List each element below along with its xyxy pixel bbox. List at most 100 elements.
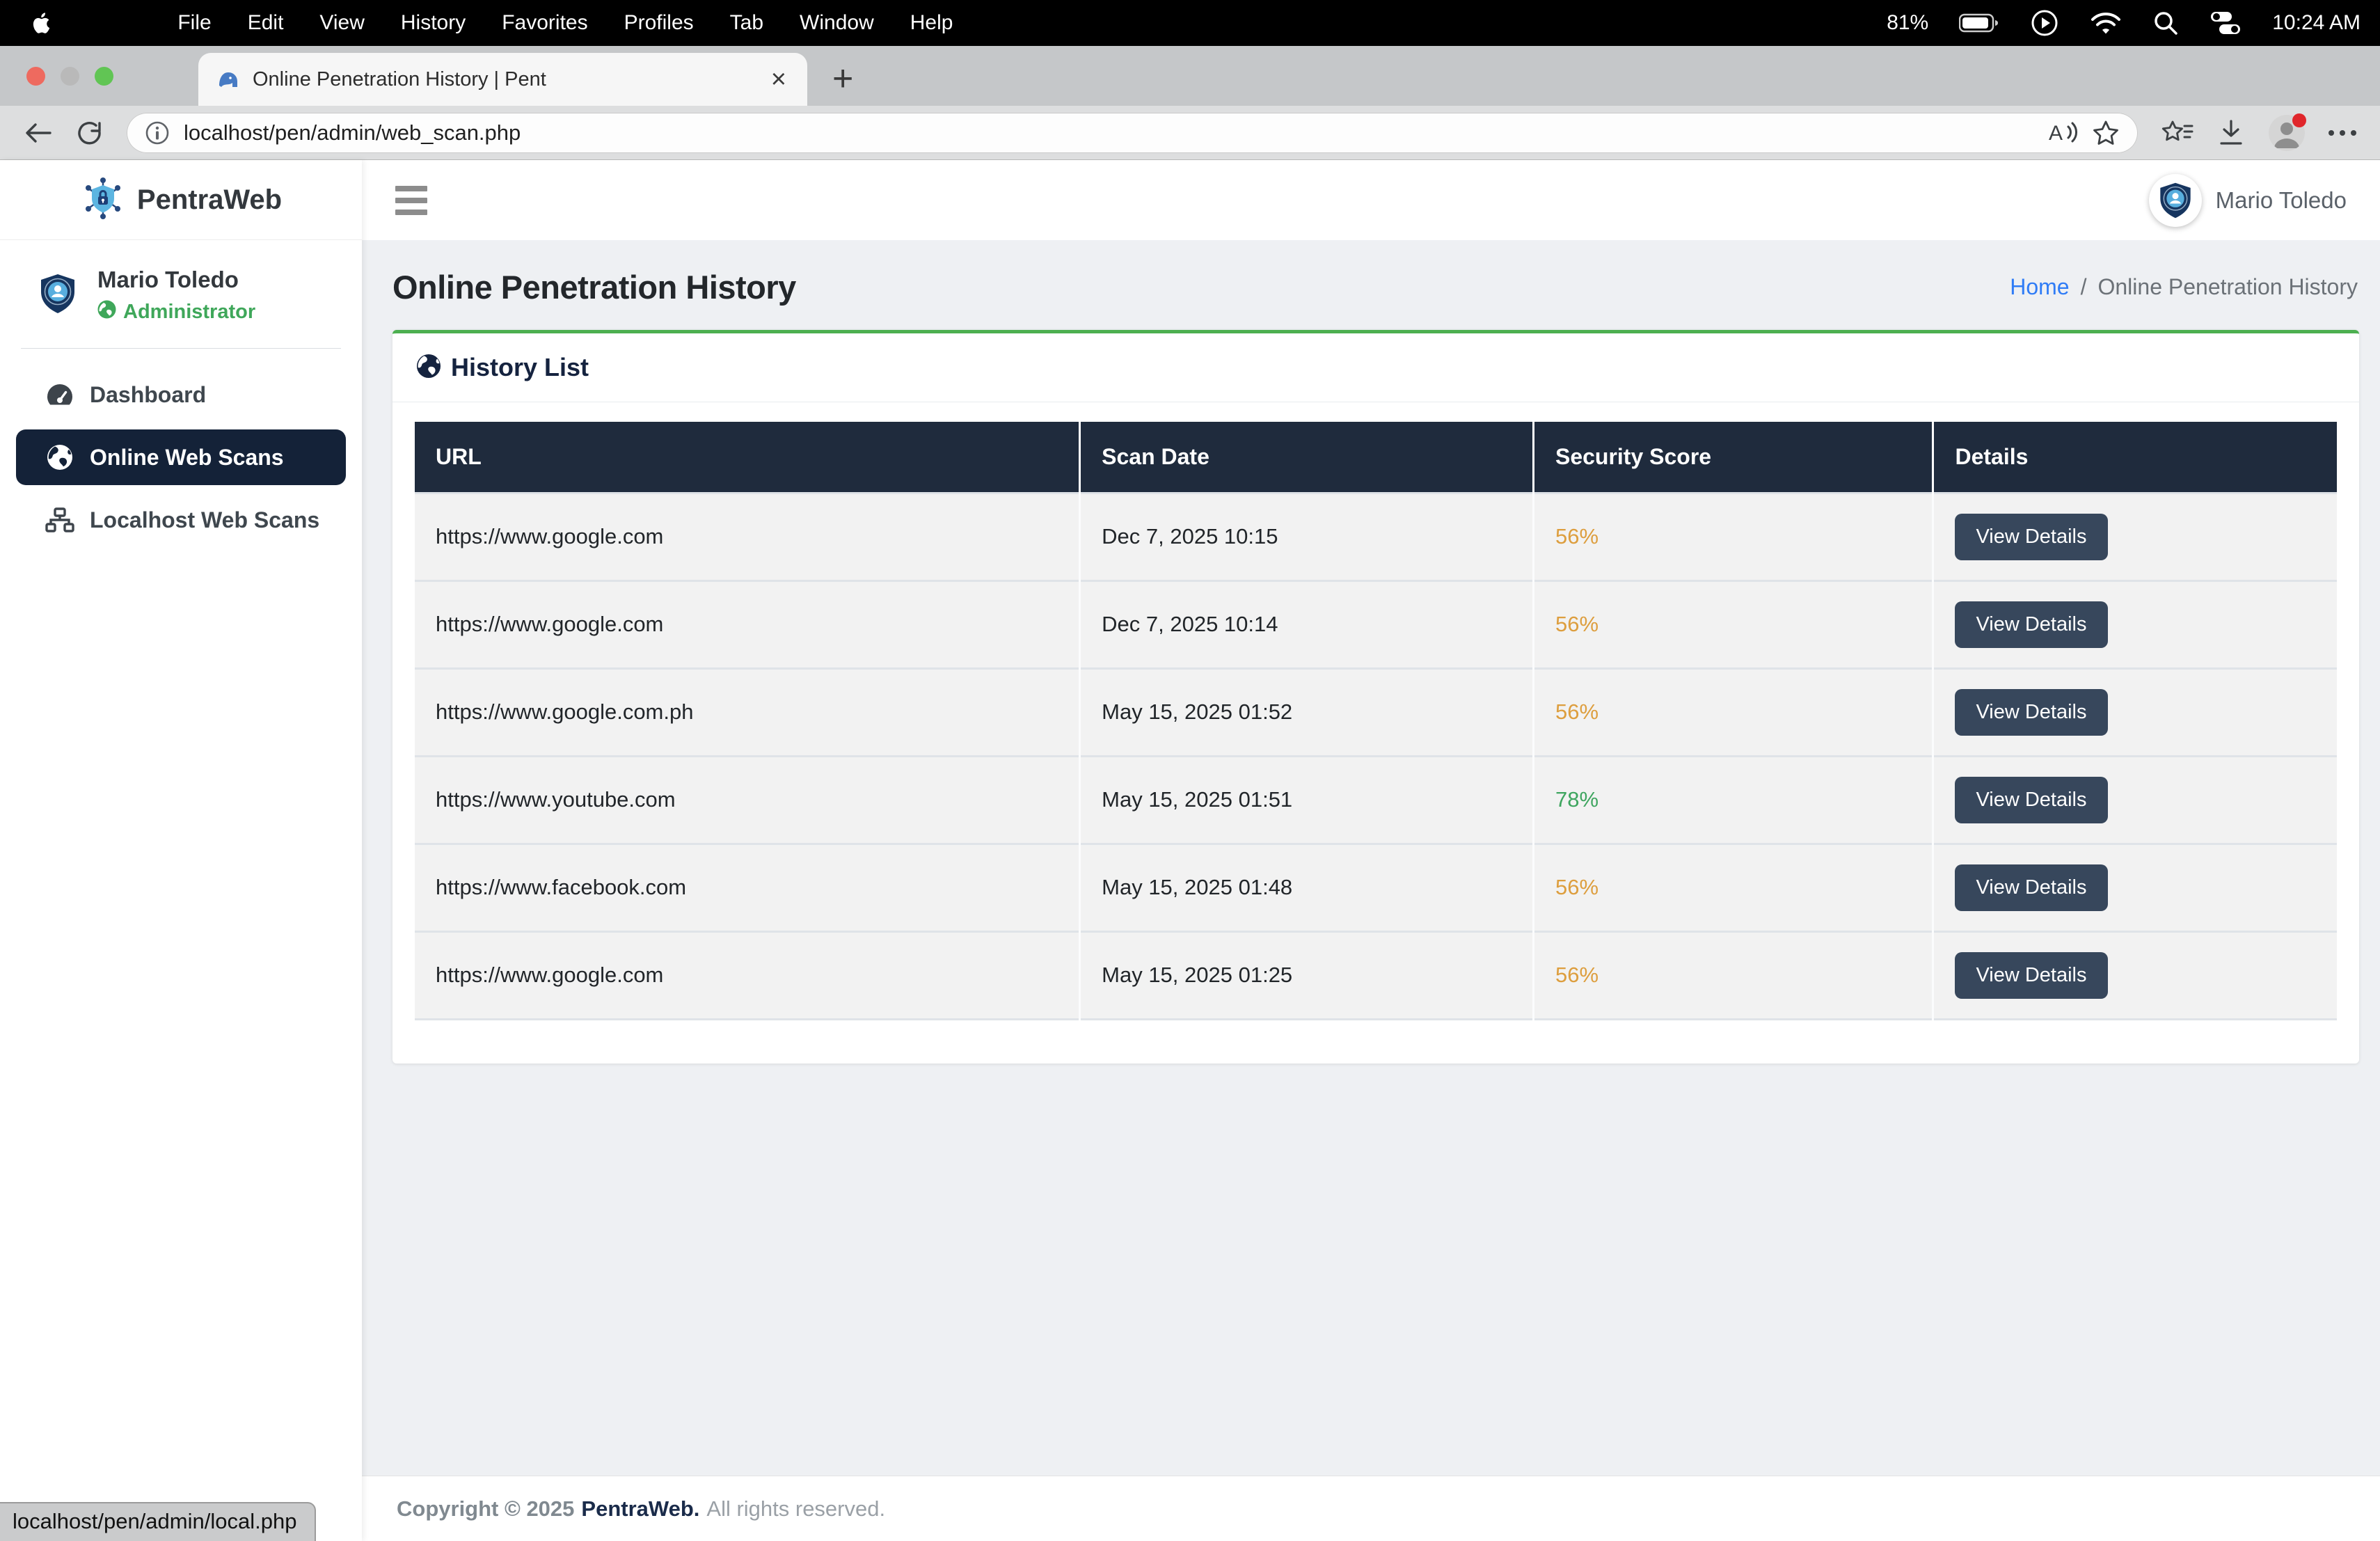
favorite-star-icon[interactable]: [2092, 120, 2120, 146]
view-details-button[interactable]: View Details: [1955, 777, 2107, 823]
footer: Copyright © 2025 PentraWeb. All rights r…: [362, 1476, 2380, 1541]
card-title: History List: [451, 353, 589, 382]
cell-url: https://www.youtube.com: [415, 756, 1080, 844]
topbar-user-name: Mario Toledo: [2216, 187, 2347, 214]
close-window-button[interactable]: [26, 67, 45, 86]
browser-menu-icon[interactable]: [2329, 130, 2356, 136]
cell-score: 56%: [1555, 700, 1598, 724]
collections-icon[interactable]: [2161, 119, 2193, 147]
sidebar-toggle-icon[interactable]: [395, 186, 427, 215]
battery-percentage: 81%: [1887, 11, 1928, 35]
view-details-button[interactable]: View Details: [1955, 689, 2107, 736]
menu-window[interactable]: Window: [800, 11, 874, 35]
breadcrumb-home-link[interactable]: Home: [2010, 274, 2069, 300]
sidebar-user-name: Mario Toledo: [97, 267, 255, 293]
site-info-icon[interactable]: [145, 120, 170, 145]
cell-score: 56%: [1555, 963, 1598, 987]
macos-menubar: Edge File Edit View History Favorites Pr…: [0, 0, 2380, 46]
read-aloud-icon[interactable]: A: [2047, 120, 2078, 146]
col-scan-date: Scan Date: [1080, 422, 1534, 493]
sidebar-item-dashboard[interactable]: Dashboard: [16, 367, 346, 422]
brand[interactable]: PentraWeb: [0, 160, 362, 240]
menu-edit[interactable]: Edit: [248, 11, 284, 35]
menu-history[interactable]: History: [401, 11, 466, 35]
sidebar-user-panel: Mario Toledo Administrator: [0, 240, 362, 348]
sidebar-item-label: Localhost Web Scans: [90, 507, 319, 533]
cell-date: Dec 7, 2025 10:14: [1080, 580, 1534, 668]
cell-date: May 15, 2025 01:51: [1080, 756, 1534, 844]
url-text[interactable]: localhost/pen/admin/web_scan.php: [184, 120, 2033, 145]
topbar-user-menu[interactable]: Mario Toledo: [2149, 174, 2347, 227]
cell-score: 56%: [1555, 524, 1598, 548]
menu-tab[interactable]: Tab: [730, 11, 763, 35]
menu-view[interactable]: View: [319, 11, 364, 35]
app-window: PentraWeb Mario Toledo Administra: [0, 160, 2380, 1541]
table-row: https://www.google.com Dec 7, 2025 10:14…: [415, 580, 2337, 668]
link-preview-statusbar: localhost/pen/admin/local.php: [0, 1502, 316, 1541]
browser-profile-button[interactable]: [2269, 115, 2305, 151]
cell-url: https://www.google.com: [415, 931, 1080, 1019]
sidebar-item-label: Dashboard: [90, 382, 206, 408]
menu-favorites[interactable]: Favorites: [502, 11, 587, 35]
menu-profiles[interactable]: Profiles: [624, 11, 694, 35]
menu-file[interactable]: File: [177, 11, 211, 35]
table-header-row: URL Scan Date Security Score Details: [415, 422, 2337, 493]
view-details-button[interactable]: View Details: [1955, 952, 2107, 999]
user-shield-avatar-icon: [36, 272, 79, 319]
table-row: https://www.facebook.com May 15, 2025 01…: [415, 844, 2337, 931]
breadcrumb: Home / Online Penetration History: [2010, 274, 2358, 300]
spotlight-search-icon[interactable]: [2152, 10, 2179, 36]
browser-toolbar: localhost/pen/admin/web_scan.php A: [0, 106, 2380, 160]
minimize-window-button[interactable]: [61, 67, 79, 86]
sidebar-item-online-web-scans[interactable]: Online Web Scans: [16, 429, 346, 485]
address-bar[interactable]: localhost/pen/admin/web_scan.php A: [127, 113, 2138, 153]
reload-icon[interactable]: [77, 119, 103, 147]
view-details-button[interactable]: View Details: [1955, 864, 2107, 911]
table-row: https://www.youtube.com May 15, 2025 01:…: [415, 756, 2337, 844]
screen-mirroring-icon[interactable]: [2030, 8, 2059, 38]
brand-name: PentraWeb: [137, 184, 282, 216]
table-row: https://www.google.com.ph May 15, 2025 0…: [415, 668, 2337, 756]
page-content: Online Penetration History Home / Online…: [362, 240, 2380, 1476]
wifi-icon[interactable]: [2090, 10, 2122, 35]
menubar-clock[interactable]: 10:24 AM: [2272, 11, 2361, 35]
col-url: URL: [415, 422, 1080, 493]
zoom-window-button[interactable]: [95, 67, 113, 86]
cell-score: 56%: [1555, 875, 1598, 899]
cell-url: https://www.facebook.com: [415, 844, 1080, 931]
browser-tab[interactable]: Online Penetration History | Pent ×: [198, 53, 807, 106]
main-area: Mario Toledo Online Penetration History …: [362, 160, 2380, 1541]
back-icon[interactable]: [24, 120, 53, 145]
sidebar-item-localhost-web-scans[interactable]: Localhost Web Scans: [16, 492, 346, 548]
footer-copyright: Copyright © 2025: [397, 1496, 574, 1522]
page-title: Online Penetration History: [392, 268, 796, 306]
new-tab-button[interactable]: +: [832, 56, 853, 102]
browser-tabstrip: Online Penetration History | Pent × +: [0, 46, 2380, 106]
history-list-card: History List URL Scan Date Security Scor…: [392, 330, 2359, 1064]
cell-date: May 15, 2025 01:25: [1080, 931, 1534, 1019]
control-center-icon[interactable]: [2210, 11, 2242, 35]
cell-date: May 15, 2025 01:52: [1080, 668, 1534, 756]
col-details: Details: [1933, 422, 2337, 493]
topbar-avatar-icon: [2149, 174, 2202, 227]
globe-icon: [45, 444, 74, 471]
footer-rights: All rights reserved.: [706, 1496, 885, 1522]
view-details-button[interactable]: View Details: [1955, 601, 2107, 648]
card-globe-icon: [416, 354, 441, 382]
cell-url: https://www.google.com: [415, 580, 1080, 668]
footer-brand: PentraWeb.: [581, 1496, 699, 1522]
view-details-button[interactable]: View Details: [1955, 514, 2107, 560]
tab-title: Online Penetration History | Pent: [253, 68, 756, 91]
svg-text:A: A: [2049, 122, 2063, 145]
col-security-score: Security Score: [1533, 422, 1933, 493]
breadcrumb-separator: /: [2081, 274, 2087, 300]
apple-menu-icon[interactable]: [31, 9, 54, 37]
pentraweb-logo-icon: [80, 175, 126, 225]
cell-score: 78%: [1555, 787, 1598, 812]
downloads-icon[interactable]: [2217, 118, 2245, 148]
battery-icon[interactable]: [1959, 13, 1999, 33]
menu-help[interactable]: Help: [910, 11, 953, 35]
tab-close-icon[interactable]: ×: [768, 66, 789, 93]
cell-url: https://www.google.com.ph: [415, 668, 1080, 756]
sidebar-item-label: Online Web Scans: [90, 445, 284, 471]
